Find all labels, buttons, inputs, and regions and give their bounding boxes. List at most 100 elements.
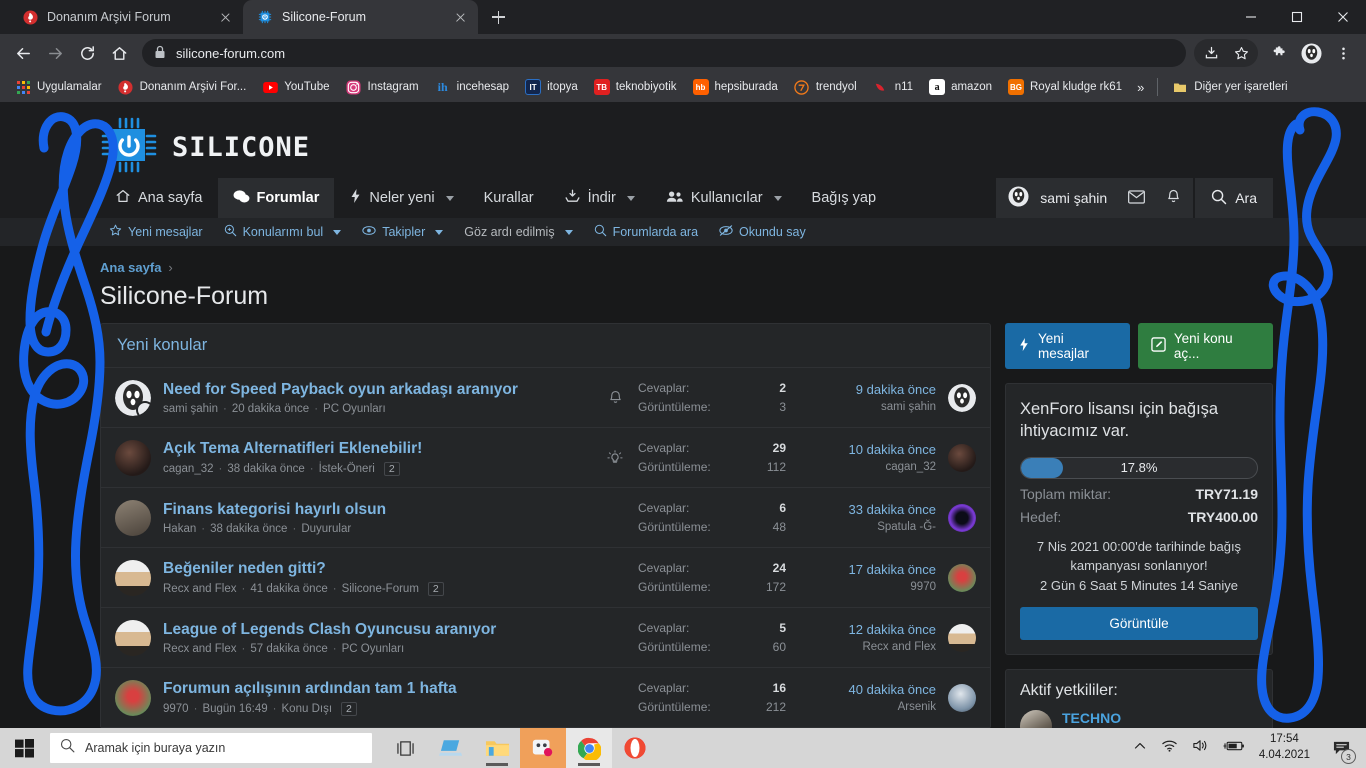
bookmark-apps[interactable]: Uygulamalar <box>8 76 109 98</box>
bookmark-trendyol[interactable]: trendyol <box>787 76 864 98</box>
maximize-icon[interactable] <box>1274 0 1320 34</box>
user-menu[interactable]: sami şahin <box>996 178 1194 218</box>
new-thread-button[interactable]: Yeni konu aç... <box>1137 323 1273 369</box>
snip-sketch-icon[interactable] <box>520 728 566 768</box>
last-post-user[interactable]: 9970 <box>798 581 936 593</box>
chrome-icon[interactable] <box>566 728 612 768</box>
thread-author[interactable]: Recx and Flex <box>163 643 237 655</box>
avatar[interactable] <box>948 683 976 712</box>
reload-icon[interactable] <box>72 38 102 68</box>
bookmark-royal-kludge[interactable]: BG Royal kludge rk61 <box>1001 76 1129 98</box>
profile-avatar[interactable] <box>1296 38 1326 68</box>
new-tab-button[interactable] <box>484 3 512 31</box>
chevron-up-icon[interactable] <box>1133 739 1147 758</box>
nav-item-kullanicilar[interactable]: Kullanıcılar <box>650 178 797 218</box>
bookmark-youtube[interactable]: YouTube <box>255 76 336 98</box>
thread-author[interactable]: cagan_32 <box>163 463 214 475</box>
chevron-down-icon[interactable] <box>564 229 573 235</box>
avatar[interactable] <box>115 379 151 416</box>
last-post-time[interactable]: 12 dakika önce <box>798 622 936 637</box>
thread-title[interactable]: Finans kategorisi hayırlı olsun <box>163 501 592 519</box>
last-post-user[interactable]: sami şahin <box>798 401 936 413</box>
address-bar[interactable]: silicone-forum.com <box>142 39 1186 67</box>
page-badge[interactable]: 2 <box>383 461 400 476</box>
thread-title[interactable]: Need for Speed Payback oyun arkadaşı ara… <box>163 381 592 399</box>
thread-title[interactable]: Açık Tema Alternatifleri Eklenebilir! <box>163 440 592 458</box>
last-post-user[interactable]: Arsenik <box>798 701 936 713</box>
subnav-item-konularimi-bul[interactable]: Konularımı bul <box>215 224 351 240</box>
thread-title[interactable]: League of Legends Clash Oyuncusu aranıyo… <box>163 621 592 639</box>
thread-title[interactable]: Beğeniler neden gitti? <box>163 560 592 578</box>
subnav-item-forumlarda-ara[interactable]: Forumlarda ara <box>585 224 707 240</box>
file-explorer-icon[interactable] <box>474 728 520 768</box>
chevron-down-icon[interactable] <box>435 229 444 235</box>
thread-author[interactable]: Hakan <box>163 523 196 535</box>
browser-tab-0[interactable]: Donanım Arşivi Forum <box>8 0 243 34</box>
thread-forum[interactable]: PC Oyunları <box>323 403 386 415</box>
subnav-item-okundu-say[interactable]: Okundu say <box>710 224 815 240</box>
close-icon[interactable] <box>452 9 468 25</box>
page-badge[interactable]: 2 <box>341 701 357 716</box>
close-icon[interactable] <box>1320 0 1366 34</box>
bookmark-teknobiyotik[interactable]: TB teknobiyotik <box>587 76 684 98</box>
thread-forum[interactable]: Konu Dışı <box>282 703 333 715</box>
thread-forum[interactable]: PC Oyunları <box>342 643 405 655</box>
extensions-puzzle-icon[interactable] <box>1264 38 1294 68</box>
chrome-menu-icon[interactable] <box>1328 38 1358 68</box>
forward-icon[interactable] <box>40 38 70 68</box>
last-post-time[interactable]: 9 dakika önce <box>798 382 936 397</box>
avatar[interactable] <box>115 679 151 716</box>
new-posts-button[interactable]: Yeni mesajlar <box>1005 323 1130 369</box>
bookmark-donanim-arsivi[interactable]: Donanım Arşivi For... <box>111 76 254 98</box>
chevron-down-icon[interactable] <box>626 195 635 201</box>
other-bookmarks-folder[interactable]: Diğer yer işaretleri <box>1165 76 1294 98</box>
staff-name[interactable]: TECHNO <box>1062 710 1121 726</box>
minimize-icon[interactable] <box>1228 0 1274 34</box>
taskbar-clock[interactable]: 17:54 4.04.2021 <box>1259 732 1310 763</box>
back-icon[interactable] <box>8 38 38 68</box>
avatar[interactable] <box>948 443 976 472</box>
windows-start-icon[interactable] <box>0 728 48 768</box>
last-post-user[interactable]: Recx and Flex <box>798 641 936 653</box>
page-badge[interactable]: 2 <box>427 581 444 596</box>
thread-author[interactable]: Recx and Flex <box>163 583 237 595</box>
thread-forum[interactable]: İstek-Öneri <box>319 463 375 475</box>
thread-author[interactable]: 9970 <box>163 703 189 715</box>
avatar[interactable] <box>948 563 976 592</box>
remote-desktop-icon[interactable] <box>428 728 474 768</box>
table-row[interactable]: Açık Tema Alternatifleri Eklenebilir! ca… <box>101 428 990 488</box>
table-row[interactable]: Beğeniler neden gitti? Recx and Flex · 41… <box>101 548 990 608</box>
thread-forum[interactable]: Silicone-Forum <box>342 583 419 595</box>
chevron-down-icon[interactable] <box>773 195 782 201</box>
opera-icon[interactable] <box>612 728 658 768</box>
last-post-time[interactable]: 17 dakika önce <box>798 562 936 577</box>
breadcrumb-link-ana-sayfa[interactable]: Ana sayfa <box>100 260 161 275</box>
battery-charging-icon[interactable] <box>1223 739 1245 758</box>
avatar[interactable] <box>948 383 976 412</box>
task-view-icon[interactable] <box>382 728 428 768</box>
close-icon[interactable] <box>217 9 233 25</box>
table-row[interactable]: League of Legends Clash Oyuncusu aranıyo… <box>101 608 990 668</box>
avatar[interactable] <box>948 623 976 652</box>
envelope-icon[interactable] <box>1128 189 1146 207</box>
bookmark-hepsiburada[interactable]: hb hepsiburada <box>686 76 785 98</box>
chevron-down-icon[interactable] <box>333 229 342 235</box>
thread-forum[interactable]: Duyurular <box>301 523 351 535</box>
table-row[interactable]: Need for Speed Payback oyun arkadaşı ara… <box>101 368 990 428</box>
notification-icon[interactable]: 3 <box>1324 728 1358 768</box>
last-post-time[interactable]: 10 dakika önce <box>798 442 936 457</box>
wifi-icon[interactable] <box>1161 738 1178 758</box>
bookmark-itopya[interactable]: IT itopya <box>518 76 585 98</box>
browser-tab-1[interactable]: Silicone-Forum <box>243 0 478 34</box>
subnav-item-yeni-mesajlar[interactable]: Yeni mesajlar <box>100 224 212 240</box>
bookmark-n11[interactable]: n11 <box>866 76 920 98</box>
search-button[interactable]: Ara <box>1195 178 1273 218</box>
avatar[interactable] <box>115 439 151 476</box>
thread-author[interactable]: sami şahin <box>163 403 218 415</box>
nav-item-kurallar[interactable]: Kurallar <box>469 178 549 218</box>
subnav-item-takipler[interactable]: Takipler <box>353 224 452 240</box>
thread-title[interactable]: Forumun açılışının ardından tam 1 hafta <box>163 680 592 698</box>
nav-item-indir[interactable]: İndir <box>549 178 650 218</box>
avatar[interactable] <box>948 503 976 532</box>
avatar[interactable] <box>115 619 151 656</box>
